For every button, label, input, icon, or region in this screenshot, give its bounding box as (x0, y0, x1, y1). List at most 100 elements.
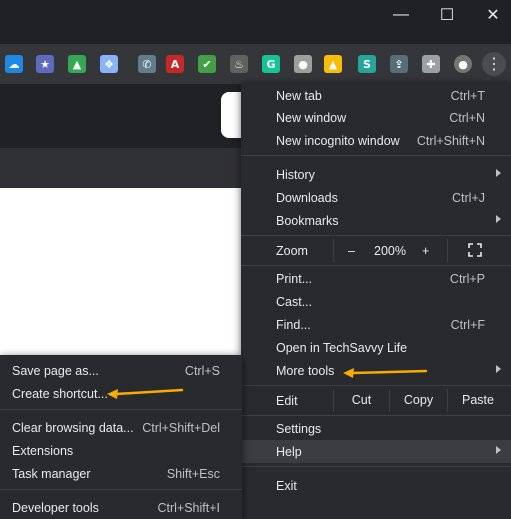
cut-button[interactable]: Cut (334, 389, 389, 412)
menu-item-task-manager[interactable]: Task manager Shift+Esc (0, 462, 242, 485)
menu-item-clear-browsing-data[interactable]: Clear browsing data... Ctrl+Shift+Del (0, 416, 242, 439)
submenu-arrow-icon (496, 215, 501, 223)
dropbox-icon[interactable]: ❖ (100, 55, 118, 73)
developer-tools-label: Developer tools (12, 501, 99, 515)
flame-icon[interactable]: ♨ (230, 55, 248, 73)
find-label: Find... (276, 318, 311, 332)
bookmarks-label: Bookmarks (276, 214, 339, 228)
print-shortcut: Ctrl+P (449, 272, 485, 286)
cast-label: Cast... (276, 295, 313, 309)
menu-separator (241, 466, 511, 467)
extensions-label: Extensions (12, 444, 74, 458)
bookmark-star-icon[interactable]: ★ (36, 55, 54, 73)
menu-separator (241, 385, 511, 386)
menu-item-history[interactable]: History (241, 163, 511, 186)
fullscreen-button[interactable] (468, 243, 482, 260)
chrome-main-menu: New tab Ctrl+T New window Ctrl+N New inc… (241, 82, 511, 519)
menu-item-print[interactable]: Print... Ctrl+P (241, 267, 511, 290)
save-page-label: Save page as... (12, 364, 99, 378)
menu-item-settings[interactable]: Settings (241, 417, 511, 440)
menu-separator (0, 489, 242, 490)
profile-avatar-icon[interactable]: ● (454, 55, 472, 73)
create-shortcut-label: Create shortcut... (12, 387, 108, 401)
menu-item-cast[interactable]: Cast... (241, 290, 511, 313)
new-window-shortcut: Ctrl+N (449, 111, 485, 125)
open-in-label: Open in TechSavvy Life (276, 341, 408, 355)
menu-separator (0, 409, 242, 410)
checkmark-icon[interactable]: ✔ (198, 55, 216, 73)
more-tools-arrow-annotation (343, 368, 428, 378)
minimize-button[interactable]: — (378, 0, 424, 30)
puzzle-icon[interactable]: ✚ (422, 55, 440, 73)
zoom-divider (447, 239, 448, 262)
menu-item-help[interactable]: Help (241, 440, 511, 463)
settings-label: Settings (276, 422, 322, 436)
task-manager-shortcut: Shift+Esc (166, 467, 220, 481)
maximize-icon: ☐ (439, 7, 455, 24)
s-app-icon[interactable]: S (358, 55, 376, 73)
menu-separator (241, 235, 511, 236)
clear-data-label: Clear browsing data... (12, 421, 134, 435)
close-icon: ✕ (486, 7, 500, 24)
menu-item-new-tab[interactable]: New tab Ctrl+T (241, 84, 511, 107)
zoom-in-button[interactable]: + (422, 244, 429, 258)
zoom-label: Zoom (276, 244, 308, 258)
drive-icon[interactable]: ▲ (324, 55, 342, 73)
menu-item-exit[interactable]: Exit (241, 474, 511, 497)
chrome-menu-button[interactable]: ⋮ (482, 52, 506, 76)
phone-icon[interactable]: ✆ (138, 55, 156, 73)
title-bar: — ☐ ✕ (0, 0, 511, 44)
zoom-divider (333, 239, 334, 262)
submenu-arrow-icon (496, 446, 501, 454)
upload-icon[interactable]: ⇪ (390, 55, 408, 73)
task-manager-label: Task manager (12, 467, 91, 481)
menu-item-developer-tools[interactable]: Developer tools Ctrl+Shift+I (0, 496, 242, 519)
paste-button[interactable]: Paste (448, 389, 508, 412)
menu-item-edit: Edit Cut Copy Paste (241, 389, 511, 412)
history-label: History (276, 168, 315, 182)
submenu-arrow-icon (496, 169, 501, 177)
menu-separator (241, 265, 511, 266)
menu-item-save-page[interactable]: Save page as... Ctrl+S (0, 359, 242, 382)
onedrive-icon[interactable]: ☁ (5, 55, 23, 73)
grammarly-icon[interactable]: G (262, 55, 280, 73)
zoom-level: 200% (374, 244, 406, 258)
new-tab-label: New tab (276, 89, 322, 103)
downloads-shortcut: Ctrl+J (452, 191, 485, 205)
zoom-out-button[interactable]: – (348, 244, 355, 258)
circle-icon[interactable]: ● (294, 55, 312, 73)
more-tools-label: More tools (276, 364, 335, 378)
create-shortcut-arrow-annotation (107, 388, 184, 399)
new-incognito-label: New incognito window (276, 134, 400, 148)
menu-separator (241, 415, 511, 416)
menu-item-zoom: Zoom – 200% + (241, 239, 511, 262)
kebab-menu-icon: ⋮ (486, 56, 502, 73)
developer-tools-shortcut: Ctrl+Shift+I (157, 501, 220, 515)
minimize-icon: — (393, 6, 409, 23)
find-shortcut: Ctrl+F (450, 318, 485, 332)
new-tab-shortcut: Ctrl+T (450, 89, 485, 103)
edit-label: Edit (276, 394, 298, 408)
google-drive-icon[interactable]: ▲ (68, 55, 86, 73)
pdf-icon[interactable]: A (166, 55, 184, 73)
menu-item-bookmarks[interactable]: Bookmarks (241, 209, 511, 232)
copy-button[interactable]: Copy (390, 389, 447, 412)
menu-item-extensions[interactable]: Extensions (0, 439, 242, 462)
maximize-button[interactable]: ☐ (424, 0, 470, 30)
menu-item-new-window[interactable]: New window Ctrl+N (241, 106, 511, 129)
menu-item-find[interactable]: Find... Ctrl+F (241, 313, 511, 336)
downloads-label: Downloads (276, 191, 338, 205)
submenu-arrow-icon (496, 365, 501, 373)
help-label: Help (276, 445, 302, 459)
new-incognito-shortcut: Ctrl+Shift+N (416, 134, 485, 148)
new-window-label: New window (276, 111, 347, 125)
clear-data-shortcut: Ctrl+Shift+Del (142, 421, 220, 435)
menu-item-downloads[interactable]: Downloads Ctrl+J (241, 186, 511, 209)
menu-item-open-in-app[interactable]: Open in TechSavvy Life (241, 336, 511, 359)
extensions-toolbar: ☁ ★ ▲ ❖ ✆ A ✔ ♨ G ● ▲ S ⇪ ✚ ● (0, 44, 511, 84)
more-tools-submenu: Save page as... Ctrl+S Create shortcut..… (0, 355, 242, 519)
print-label: Print... (276, 272, 313, 286)
close-window-button[interactable]: ✕ (470, 0, 511, 30)
menu-item-new-incognito[interactable]: New incognito window Ctrl+Shift+N (241, 129, 511, 152)
fullscreen-icon (468, 243, 482, 257)
